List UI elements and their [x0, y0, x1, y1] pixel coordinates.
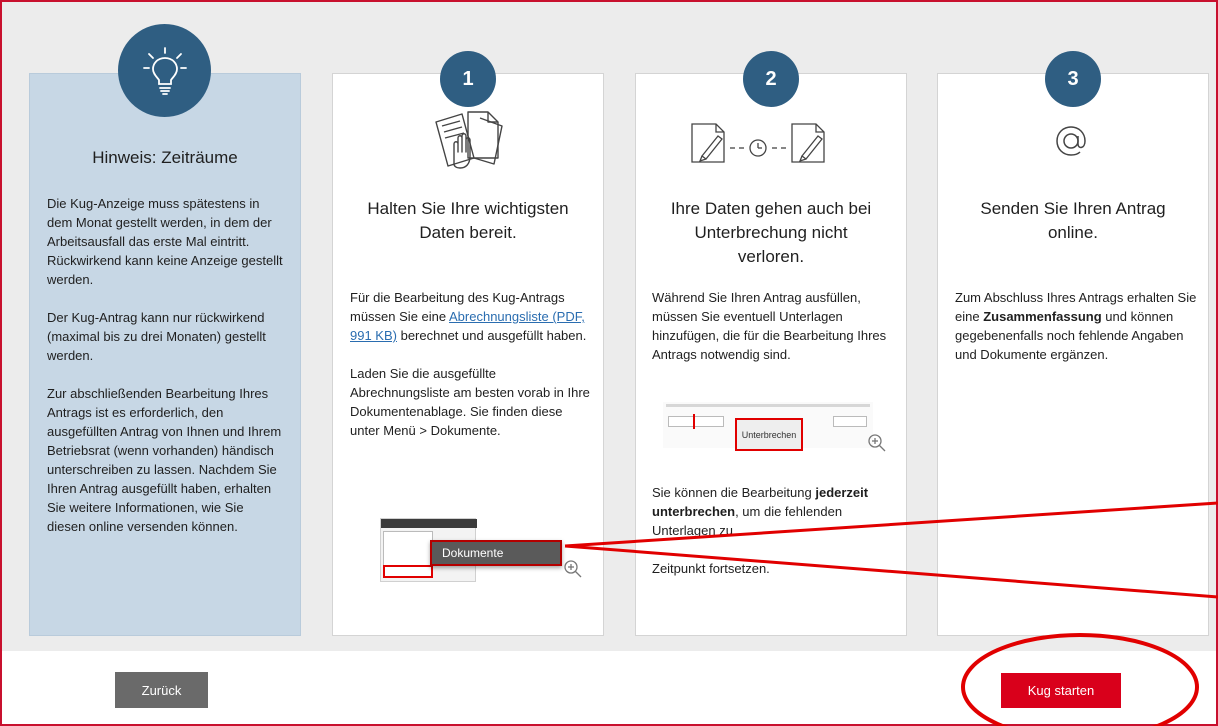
- annotation-line-upper: [564, 501, 1218, 548]
- highlight-ellipse: [961, 633, 1199, 726]
- annotation-line-lower: [564, 544, 1218, 599]
- annotation-arrows: [564, 501, 1218, 599]
- back-button[interactable]: Zurück: [115, 672, 208, 708]
